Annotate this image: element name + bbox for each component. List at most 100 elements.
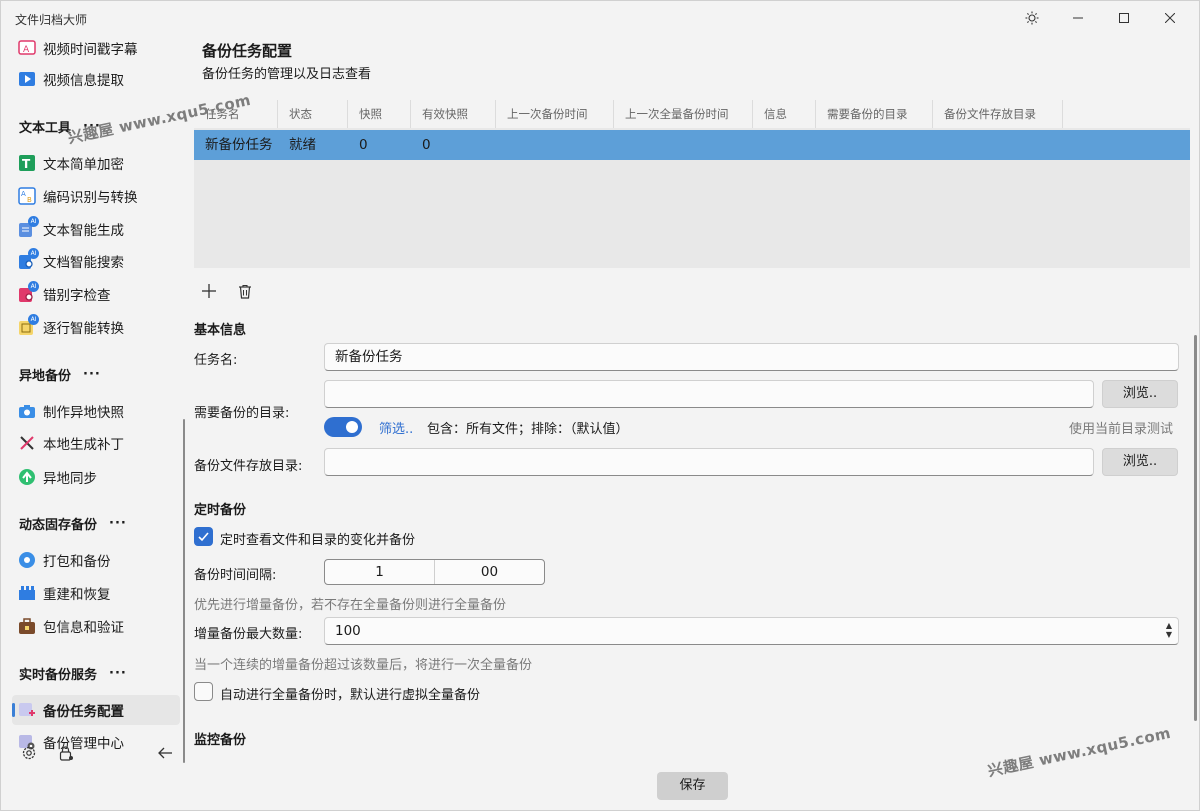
ai-text-generate-icon: AI [18,216,39,238]
section-more-button[interactable]: ··· [83,367,101,382]
section-remote-backup: 异地备份 ··· [19,367,101,384]
section-more-button[interactable]: ··· [109,666,127,681]
video-subtitle-icon: A [18,39,36,57]
encoding-convert-icon: AB [18,187,36,205]
column-header[interactable]: 信息 [753,100,816,128]
task-name-label: 任务名: [194,353,238,368]
package-verify-icon [18,617,36,635]
main-scrollbar[interactable] [1194,335,1197,721]
ai-line-convert-icon: AI [18,314,39,336]
collapse-sidebar-button[interactable] [154,742,176,764]
minimize-button[interactable] [1055,1,1101,35]
pack-backup-icon [18,551,36,569]
svg-text:A: A [21,190,26,198]
column-header[interactable]: 快照 [348,100,411,128]
sidebar-item-ai-doc-search[interactable]: AI 文档智能搜索 [12,246,180,276]
max-incremental-label: 增量备份最大数量: [194,627,303,642]
browse-source-button[interactable]: 浏览.. [1102,380,1178,408]
virtual-full-backup-label: 自动进行全量备份时，默认进行虚拟全量备份 [220,688,481,703]
svg-text:B: B [27,196,32,204]
interval-minutes[interactable]: 00 [434,560,544,584]
table-cell: 0 [422,137,431,153]
browse-dest-button[interactable]: 浏览.. [1102,448,1178,476]
column-header[interactable]: 上一次全量备份时间 [614,100,753,128]
sidebar-item-pack-backup[interactable]: 打包和备份 [12,545,180,575]
selection-indicator [12,703,15,717]
spinner-arrows-icon[interactable]: ▲ ▼ [1166,621,1172,639]
maximize-icon [1119,13,1129,23]
sidebar-item-remote-snapshot[interactable]: 制作异地快照 [12,396,180,426]
sidebar-item-backup-task-config[interactable]: 备份任务配置 [12,695,180,725]
source-dir-label: 需要备份的目录: [194,406,290,421]
gear-icon [22,746,36,760]
video-info-icon [18,70,36,88]
sidebar-item-ai-typo-check[interactable]: AI 错别字检查 [12,279,180,309]
sidebar-item-video-info[interactable]: 视频信息提取 [12,64,180,94]
source-dir-input[interactable] [324,380,1094,408]
checkmark-icon [198,532,209,542]
main-content: 备份任务配置 备份任务的管理以及日志查看 任务名 状态 快照 有效快照 上一次备… [185,35,1199,811]
table-cell: 新备份任务 [205,137,273,153]
filter-toggle[interactable] [324,417,362,437]
max-incremental-input[interactable]: 100 ▲ ▼ [324,617,1179,645]
section-dynamic-backup: 动态固存备份 ··· [19,516,127,533]
sidebar-item-rebuild-restore[interactable]: 重建和恢复 [12,578,180,608]
close-button[interactable] [1147,1,1193,35]
sidebar-item-local-patch[interactable]: 本地生成补丁 [12,428,180,458]
app-title: 文件归档大师 [15,13,88,27]
virtual-full-backup-checkbox[interactable] [194,682,213,701]
column-header[interactable]: 有效快照 [411,100,496,128]
text-encrypt-icon: T [18,154,36,172]
lock-button[interactable] [55,742,77,764]
section-scheduled-backup: 定时备份 [194,503,247,518]
arrow-left-icon [158,747,172,759]
backup-task-table: 任务名 状态 快照 有效快照 上一次备份时间 上一次全量备份时间 信息 需要备份… [194,100,1190,268]
close-icon [1165,13,1175,23]
section-monitor-backup: 监控备份 [194,733,247,748]
app-window: 文件归档大师 A 视频时间戳字幕 视频信息提取 文本工具 ··· T 文本简单加… [0,0,1200,811]
section-more-button[interactable]: ··· [109,516,127,531]
task-name-input[interactable]: 新备份任务 [324,343,1179,371]
section-realtime-backup: 实时备份服务 ··· [19,666,127,683]
maximize-button[interactable] [1101,1,1147,35]
interval-time-picker: 1 00 [324,559,545,585]
ai-doc-search-icon: AI [18,248,39,270]
sidebar-item-package-verify[interactable]: 包信息和验证 [12,611,180,641]
column-header[interactable]: 状态 [278,100,348,128]
camera-snapshot-icon [18,402,36,420]
add-task-button[interactable] [195,279,223,303]
column-header[interactable]: 备份文件存放目录 [933,100,1063,128]
minimize-icon [1073,17,1083,19]
theme-toggle-button[interactable] [1009,1,1055,35]
filter-link[interactable]: 筛选.. [379,418,413,437]
table-cell: 0 [359,137,368,153]
delete-task-button[interactable] [231,279,259,303]
page-title: 备份任务配置 [202,42,293,60]
sidebar-item-encoding-convert[interactable]: AB 编码识别与转换 [12,181,180,211]
table-header: 任务名 状态 快照 有效快照 上一次备份时间 上一次全量备份时间 信息 需要备份… [194,100,1190,128]
trash-icon [239,284,251,299]
sidebar-item-video-subtitle[interactable]: A 视频时间戳字幕 [12,33,180,63]
table-row[interactable]: 新备份任务 就绪 0 0 [194,130,1190,160]
interval-hours[interactable]: 1 [325,560,434,584]
sidebar-item-ai-text-generate[interactable]: AI 文本智能生成 [12,214,180,244]
column-header[interactable]: 需要备份的目录 [816,100,933,128]
max-incremental-hint: 当一个连续的增量备份超过该数量后，将进行一次全量备份 [194,658,533,673]
page-subtitle: 备份任务的管理以及日志查看 [202,67,372,82]
column-header[interactable]: 上一次备份时间 [496,100,614,128]
test-current-dir-link[interactable]: 使用当前目录测试 [1069,418,1173,437]
sidebar-item-remote-sync[interactable]: 异地同步 [12,462,180,492]
dest-dir-input[interactable] [324,448,1094,476]
sun-icon [1025,11,1039,25]
interval-label: 备份时间间隔: [194,568,277,583]
ai-typo-check-icon: AI [18,281,39,303]
rebuild-restore-icon [18,584,36,602]
sidebar-item-ai-line-convert[interactable]: AI 逐行智能转换 [12,312,180,342]
sidebar-item-text-encrypt[interactable]: T 文本简单加密 [12,148,180,178]
save-button[interactable]: 保存 [657,772,728,800]
section-basic-info: 基本信息 [194,323,247,338]
lock-icon [59,746,73,761]
filter-summary: 包含：所有文件；排除：（默认值） [427,422,629,437]
settings-button[interactable] [18,742,40,764]
watch-changes-checkbox[interactable] [194,527,213,546]
